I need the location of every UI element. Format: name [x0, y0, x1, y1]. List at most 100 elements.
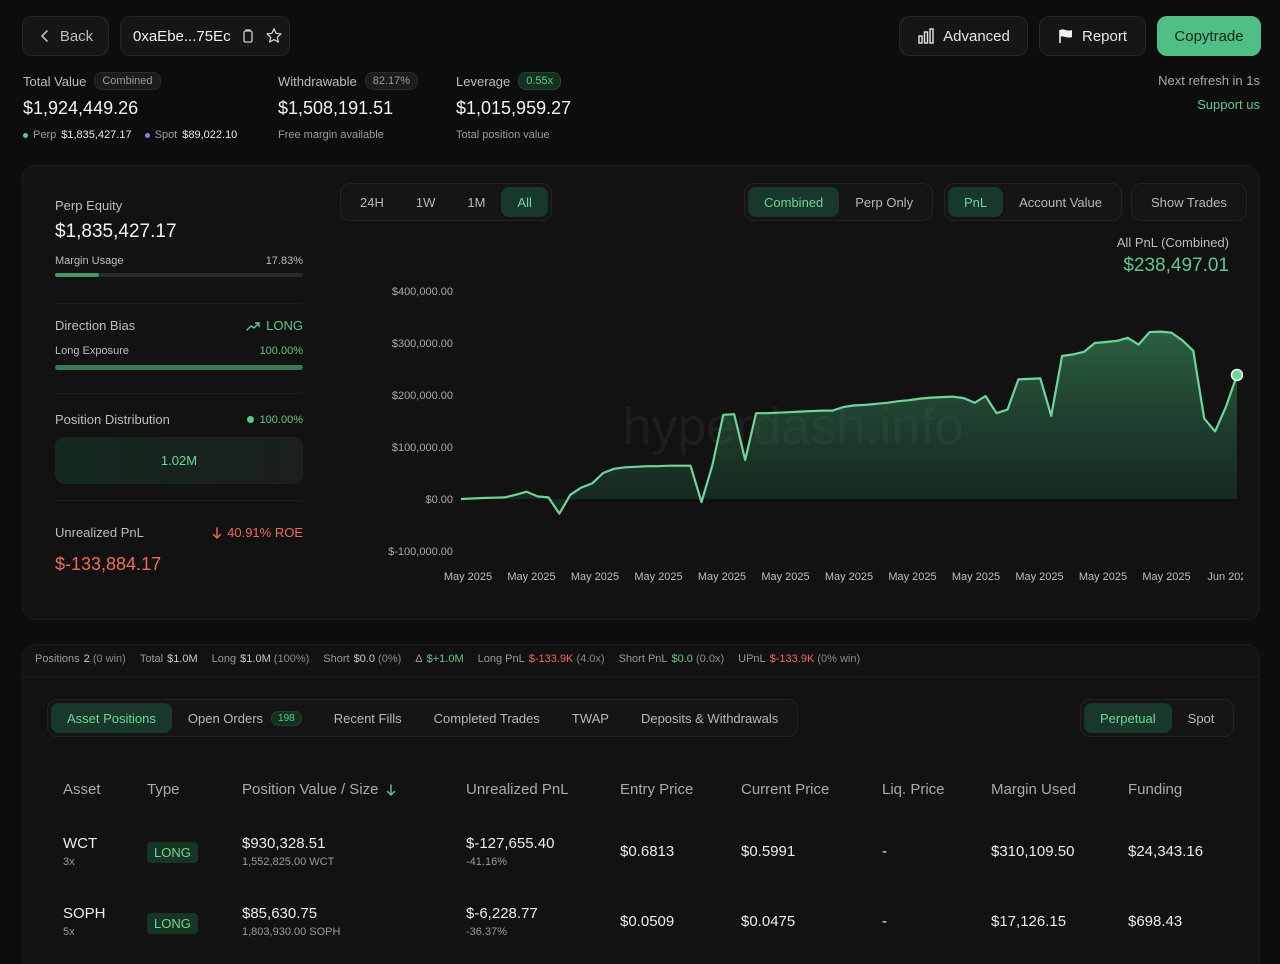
delta-label: Δ	[415, 653, 423, 665]
withdrawable-stat: Withdrawable 82.17% $1,508,191.51 Free ma…	[278, 72, 419, 141]
x-tick-label: Jun 2025	[1207, 571, 1243, 583]
long-label: Long	[211, 653, 237, 665]
row-position-value: $85,630.75	[242, 905, 318, 922]
tab-deposits-withdrawals[interactable]: Deposits & Withdrawals	[625, 703, 794, 733]
tab-completed-trades[interactable]: Completed Trades	[418, 703, 556, 733]
row-liq-price: -	[882, 843, 887, 860]
mode-perp-only[interactable]: Perp Only	[839, 187, 929, 217]
row-asset: WCT	[63, 835, 98, 852]
bar-chart-icon	[917, 28, 935, 44]
leverage-value: $1,015,959.27	[456, 98, 572, 118]
positions-panel: Positions 2 (0 win) Total $1.0M Long $1.0M …	[22, 644, 1260, 964]
range-1w[interactable]: 1W	[400, 187, 452, 217]
distribution-bar[interactable]: 1.02M	[55, 437, 303, 484]
total-value-stat: Total Value Combined $1,924,449.26 Perp $…	[23, 72, 237, 141]
pnl-endpoint[interactable]	[1230, 368, 1243, 382]
long-pnl-value: $-133.9K	[528, 653, 574, 665]
metric-pnl[interactable]: PnL	[948, 187, 1004, 217]
metric-account-value[interactable]: Account Value	[1003, 187, 1118, 217]
copytrade-button[interactable]: Copytrade	[1157, 16, 1261, 56]
unrealized-pnl-label: Unrealized PnL	[55, 525, 144, 540]
show-trades-button[interactable]: Show Trades	[1135, 187, 1243, 217]
row-margin-used: $17,126.15	[991, 913, 1067, 930]
range-24h[interactable]: 24H	[344, 187, 400, 217]
position-distribution-section: Position Distribution 100.00% 1.02M	[55, 412, 303, 484]
long-exposure-value: 100.00%	[259, 345, 303, 357]
unrealized-pnl-value: $-133,884.17	[55, 554, 162, 574]
range-all[interactable]: All	[501, 187, 548, 217]
col-position-value[interactable]: Position Value / Size	[242, 781, 396, 798]
sort-down-icon	[386, 783, 396, 796]
row-position-size: 1,552,825.00 WCT	[242, 856, 335, 868]
long-exposure-label: Long Exposure	[55, 345, 129, 357]
row-type-badge: LONG	[147, 913, 198, 934]
row-current-price: $0.5991	[741, 843, 796, 860]
row-unrealized-pnl-pct: -36.37%	[466, 926, 507, 938]
market-type-tabs: Perpetual Spot	[1080, 699, 1235, 737]
copytrade-label: Copytrade	[1174, 27, 1244, 45]
tab-asset-positions[interactable]: Asset Positions	[51, 703, 172, 733]
perp-dot-icon	[23, 132, 28, 138]
star-icon[interactable]	[265, 27, 283, 45]
long-pnl-label: Long PnL	[477, 653, 525, 665]
direction-bias-label: Direction Bias	[55, 318, 136, 333]
roe-value: 40.91% ROE	[227, 525, 303, 540]
chart-title: All PnL (Combined)	[1116, 235, 1229, 250]
mode-combined[interactable]: Combined	[748, 187, 840, 217]
x-tick-label: May 2025	[1015, 571, 1063, 583]
x-tick-label: May 2025	[952, 571, 1000, 583]
long-dot-icon	[246, 416, 254, 423]
col-liq-price[interactable]: Liq. Price	[882, 781, 945, 798]
direction-bias-section: Direction Bias LONG Long Exposure 100.00…	[55, 318, 303, 370]
col-type[interactable]: Type	[147, 781, 180, 798]
tab-open-orders[interactable]: Open Orders 198	[172, 703, 318, 733]
total-value: $1,924,449.26	[23, 98, 139, 118]
tab-spot[interactable]: Spot	[1172, 703, 1231, 733]
row-position-size: 1,803,930.00 SOPH	[242, 926, 341, 938]
col-funding[interactable]: Funding	[1128, 781, 1182, 798]
tab-perpetual[interactable]: Perpetual	[1084, 703, 1172, 733]
col-current-price[interactable]: Current Price	[741, 781, 829, 798]
address-box: 0xaEbe...75Ec	[120, 16, 290, 56]
long-pnl-note: (4.0x)	[576, 653, 605, 665]
range-1m[interactable]: 1M	[451, 187, 501, 217]
upnl-note: (0% win)	[817, 653, 861, 665]
total-value-label: Total Value	[23, 73, 87, 89]
tab-twap[interactable]: TWAP	[556, 703, 625, 733]
withdrawable-badge: 82.17%	[364, 72, 419, 90]
row-leverage: 5x	[63, 926, 75, 938]
long-exposure-bar-fill	[55, 365, 303, 370]
back-button[interactable]: Back	[22, 16, 109, 56]
col-asset[interactable]: Asset	[63, 781, 101, 798]
advanced-button[interactable]: Advanced	[899, 16, 1028, 56]
perp-equity-section: Perp Equity $1,835,427.17 Margin Usage 1…	[55, 198, 303, 277]
long-value: $1.0M	[240, 653, 271, 665]
report-button[interactable]: Report	[1039, 16, 1146, 56]
col-margin-used[interactable]: Margin Used	[991, 781, 1076, 798]
row-unrealized-pnl: $-127,655.40	[466, 835, 555, 852]
tab-open-orders-label: Open Orders	[187, 710, 264, 726]
upnl-value: $-133.9K	[769, 653, 815, 665]
withdrawable-label: Withdrawable	[278, 73, 357, 89]
distribution-bar-label: 1.02M	[160, 453, 198, 468]
row-funding: $698.43	[1128, 913, 1183, 930]
col-entry-price[interactable]: Entry Price	[620, 781, 693, 798]
arrow-down-icon	[212, 526, 222, 539]
y-tick-label: $200,000.00	[392, 390, 453, 402]
col-unrealized-pnl[interactable]: Unrealized PnL	[466, 781, 569, 798]
overview-panel: Perp Equity $1,835,427.17 Margin Usage 1…	[22, 165, 1260, 620]
trending-up-icon	[246, 321, 260, 331]
spot-value: $89,022.10	[182, 129, 238, 141]
tab-recent-fills[interactable]: Recent Fills	[318, 703, 418, 733]
leverage-sub: Total position value	[456, 129, 550, 141]
positions-note: (0 win)	[92, 653, 126, 665]
x-tick-label: May 2025	[507, 571, 555, 583]
positions-count-label: Positions	[35, 653, 80, 665]
support-link[interactable]: Support us	[1197, 97, 1260, 112]
copy-icon[interactable]	[241, 28, 255, 44]
short-pnl-value: $0.0	[671, 653, 693, 665]
refresh-timer: Next refresh in 1s	[1158, 73, 1260, 88]
row-leverage: 3x	[63, 856, 75, 868]
margin-usage-bar-fill	[55, 273, 100, 277]
report-label: Report	[1081, 27, 1128, 45]
